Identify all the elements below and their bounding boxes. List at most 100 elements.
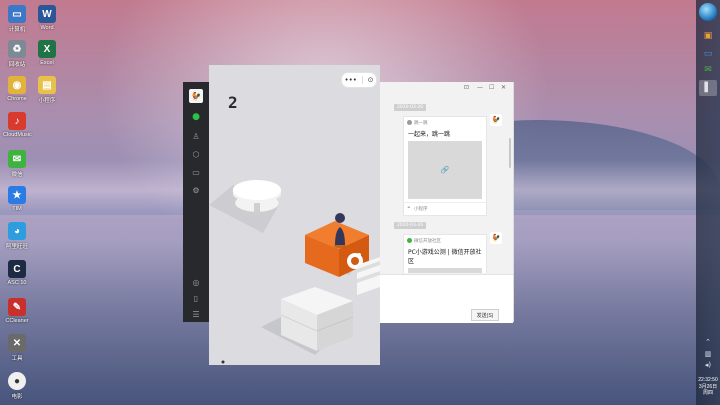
mini-program-icon: ⚭ [407,206,411,211]
tray-network-icon[interactable]: ▥ [703,350,713,358]
avatar[interactable]: 🐓 [189,89,203,103]
taskbar-computer-button[interactable]: ▭ [699,46,717,62]
desktop-icon[interactable]: W Word [33,5,61,31]
chat-scrollbar[interactable] [509,138,511,168]
desktop-icon-label: 电影 [11,394,23,400]
taskbar: ▣ ▭ ✉ ▌ ⌃ ▥ ◂) 22:32:50 3月26日 周四 [696,0,720,405]
card-title: 一起来，跳一跳 [408,131,451,138]
message-timestamp: 2020-03-26 [394,104,427,111]
card-title: PC小游戏公测 | 微信开放社区 [408,249,482,265]
card-footer: ⚭ 小程序 [404,202,486,215]
article-card[interactable]: 微信开放社区 PC小游戏公测 | 微信开放社区 [403,234,487,273]
card-source-label: 跳一跳 [414,121,428,126]
game-score: 2 [228,93,238,112]
desktop-icon-label: TIM [12,206,22,212]
desktop-icon-label: 回收站 [8,62,26,68]
folder-icon[interactable]: ▭ [191,168,201,178]
desktop-icon-label: Excel [40,60,54,66]
desktop-icon-glyph: ● [8,372,26,390]
wechat-sidebar: 🐓 ● ♙ ⬡ ▭ ⚙ ◎ ▯ ☰ [183,82,209,322]
desktop-icon-glyph: ♻ [8,40,26,58]
close-target-icon[interactable]: ⊙ [368,76,374,84]
card-source: 跳一跳 [404,117,486,126]
desktop-icon[interactable]: ♻ 回收站 [3,40,31,68]
desktop-icon-label: Chrome [7,96,27,102]
desktop-icon[interactable]: ✎ CCleaner [3,298,31,324]
desktop-icon[interactable]: ♪ CloudMusic [3,112,32,138]
menu-icon[interactable]: ☰ [191,310,201,320]
desktop-icon-glyph: ✉ [8,150,26,168]
desktop-icon-label: 工具 [11,356,23,362]
desktop-icon-glyph: X [38,40,56,58]
desktop-icon[interactable]: ▭ 计算机 [3,5,31,33]
tray-volume-icon[interactable]: ◂) [703,361,713,369]
maximize-icon[interactable]: ☐ [489,84,494,91]
clock-time: 22:32:50 [698,377,718,383]
desktop-icon-label: CCleaner [5,318,29,324]
white-box-platform [261,287,354,355]
desktop-icon[interactable]: ✕ 工具 [3,334,31,362]
chat-titlebar: ⊡ — ☐ ✕ [380,82,513,96]
desktop-icon[interactable]: ★ TIM [3,186,31,212]
start-button[interactable] [699,3,717,21]
mini-program-capsule[interactable]: ••• ⊙ [341,72,377,88]
desktop-icon-label: 小程序 [38,98,56,104]
taskbar-browser-button[interactable]: ▣ [699,28,717,44]
message-input[interactable]: 发送(S) [380,274,513,323]
mini-program-card[interactable]: 跳一跳 一起来，跳一跳 🔗 ⚭ 小程序 [403,116,487,216]
phone-icon[interactable]: ▯ [191,294,201,304]
more-icon[interactable]: ••• [344,76,356,84]
taskbar-wechat-button[interactable]: ✉ [699,62,717,78]
chat-window: ⊡ — ☐ ✕ 2020-03-26 🐓 跳一跳 一起来，跳一跳 🔗 ⚭ 小程序 … [380,82,514,323]
desktop-icon-glyph: ♪ [8,112,26,130]
desktop-icon[interactable]: ● 电影 [3,372,31,400]
desktop-icon-label: ASC 10 [7,280,27,286]
taskbar-clock[interactable]: 22:32:50 3月26日 周四 [696,377,720,397]
desktop-icon[interactable]: ▤ 小程序 [33,76,61,104]
desktop-icon-glyph: ✕ [8,334,26,352]
desktop-icon-glyph: ◉ [8,76,26,94]
contacts-icon[interactable]: ♙ [191,132,201,142]
status-dot [221,360,225,364]
message-timestamp: 2020-03-26 [394,222,427,229]
card-thumbnail [408,268,482,273]
tray-chevron-icon[interactable]: ⌃ [703,338,713,346]
message-list[interactable]: 2020-03-26 🐓 跳一跳 一起来，跳一跳 🔗 ⚭ 小程序 2020-03-… [380,98,513,273]
source-logo-icon [407,120,412,125]
desktop-icon-glyph: W [38,5,56,23]
card-source-label: 微信开放社区 [414,239,441,244]
desktop-icon[interactable]: C ASC 10 [3,260,31,286]
chat-status-icon[interactable]: ● [191,112,201,122]
compass-icon[interactable]: ◎ [191,278,201,288]
card-source: 微信开放社区 [404,235,486,244]
desktop-icon-glyph: ▤ [38,76,56,94]
sender-avatar[interactable]: 🐓 [490,232,502,244]
desktop-icon-glyph: ★ [8,186,26,204]
desktop-icon-label: 计算机 [8,27,26,33]
source-logo-icon [407,238,412,243]
desktop-icon[interactable]: ◉ Chrome [3,76,31,102]
sender-avatar[interactable]: 🐓 [490,114,502,126]
settings-icon[interactable]: ⚙ [191,186,201,196]
desktop-icon[interactable]: ◕ 阿里旺旺 [3,222,31,250]
taskbar-devtools-button[interactable]: ▌ [699,80,717,96]
desktop-icon-label: Word [40,25,54,31]
cube-icon[interactable]: ⬡ [191,150,201,160]
link-icon: 🔗 [440,166,450,174]
desktop-icon-glyph: ✎ [8,298,26,316]
desktop-icon[interactable]: X Excel [33,40,61,66]
desktop-icon-glyph: ◕ [8,222,26,240]
close-icon[interactable]: ✕ [501,84,506,91]
mini-game-window[interactable]: 2 ••• ⊙ [209,65,380,365]
send-button[interactable]: 发送(S) [471,309,499,321]
desktop-icon-glyph: C [8,260,26,278]
card-footer-label: 小程序 [414,207,428,212]
desktop-icon[interactable]: ✉ 微信 [3,150,31,178]
pin-icon[interactable]: ⊡ [464,84,469,91]
minimize-icon[interactable]: — [477,84,483,91]
card-thumbnail: 🔗 [408,141,482,199]
desktop-icon-label: CloudMusic [3,132,32,138]
round-platform [209,179,282,233]
clock-weekday: 周四 [702,390,713,396]
desktop-icon-label: 微信 [11,172,23,178]
